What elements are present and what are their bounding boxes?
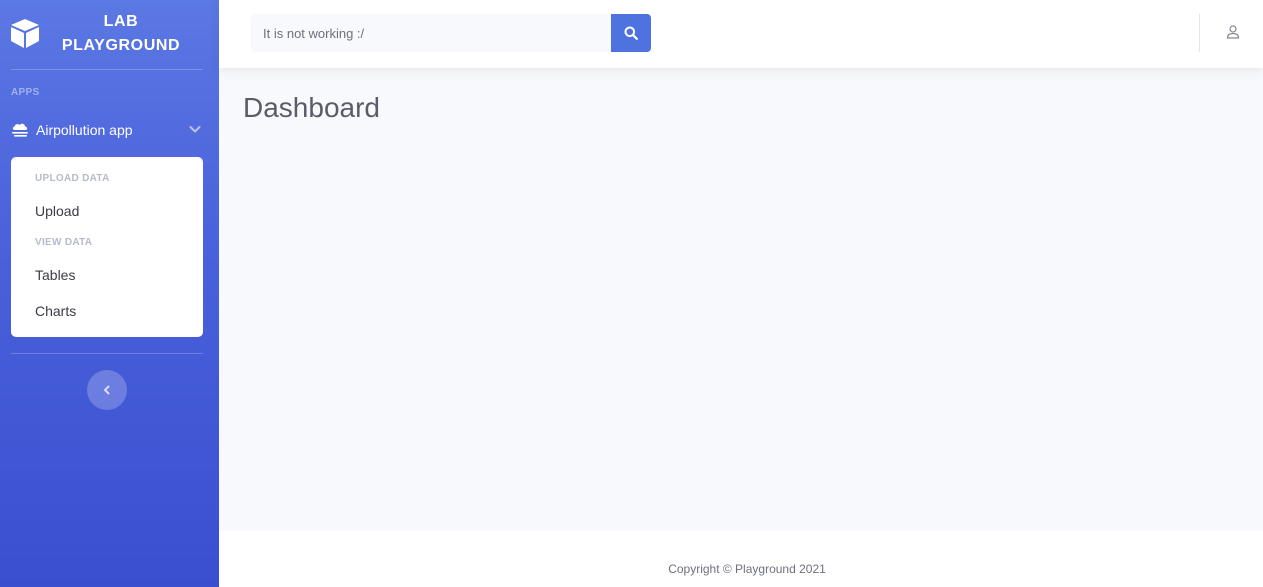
cloud-icon: [12, 123, 28, 137]
collapse-header-upload: UPLOAD DATA: [35, 173, 110, 184]
brand-line-2: PLAYGROUND: [61, 37, 181, 54]
brand-link[interactable]: LAB PLAYGROUND: [0, 0, 219, 69]
sidebar-toggle-button[interactable]: [87, 370, 127, 410]
chevron-down-icon: [189, 126, 201, 133]
user-icon: [1226, 25, 1240, 39]
cube-icon: [11, 19, 39, 48]
collapse-item-charts[interactable]: Charts: [35, 303, 76, 319]
search-icon: [624, 26, 638, 40]
brand-name: LAB PLAYGROUND: [48, 10, 194, 58]
sidebar-heading: APPS: [11, 87, 40, 98]
collapse-header-view: VIEW DATA: [35, 237, 93, 248]
collapse-item-tables[interactable]: Tables: [35, 267, 75, 283]
topbar-divider: [1199, 14, 1200, 52]
sidebar: LAB PLAYGROUND APPS Airpollution app UPL…: [0, 0, 219, 587]
collapse-item-upload[interactable]: Upload: [35, 203, 79, 219]
search-button[interactable]: [611, 14, 651, 52]
nav-item-label: Airpollution app: [36, 122, 133, 138]
chevron-left-icon: [104, 385, 110, 395]
page-title: Dashboard: [243, 92, 380, 123]
nav-item-airpollution[interactable]: Airpollution app: [0, 115, 219, 145]
search-input[interactable]: [251, 14, 611, 52]
topbar: [219, 0, 1263, 68]
sidebar-divider: [11, 69, 203, 70]
brand-line-1: LAB: [103, 13, 139, 30]
copyright-text: Copyright © Playground 2021: [668, 562, 826, 576]
collapse-menu: UPLOAD DATA Upload VIEW DATA Tables Char…: [11, 157, 203, 337]
sidebar-divider: [11, 353, 203, 354]
user-menu-button[interactable]: [1225, 24, 1241, 40]
footer: Copyright © Playground 2021: [219, 531, 1263, 587]
